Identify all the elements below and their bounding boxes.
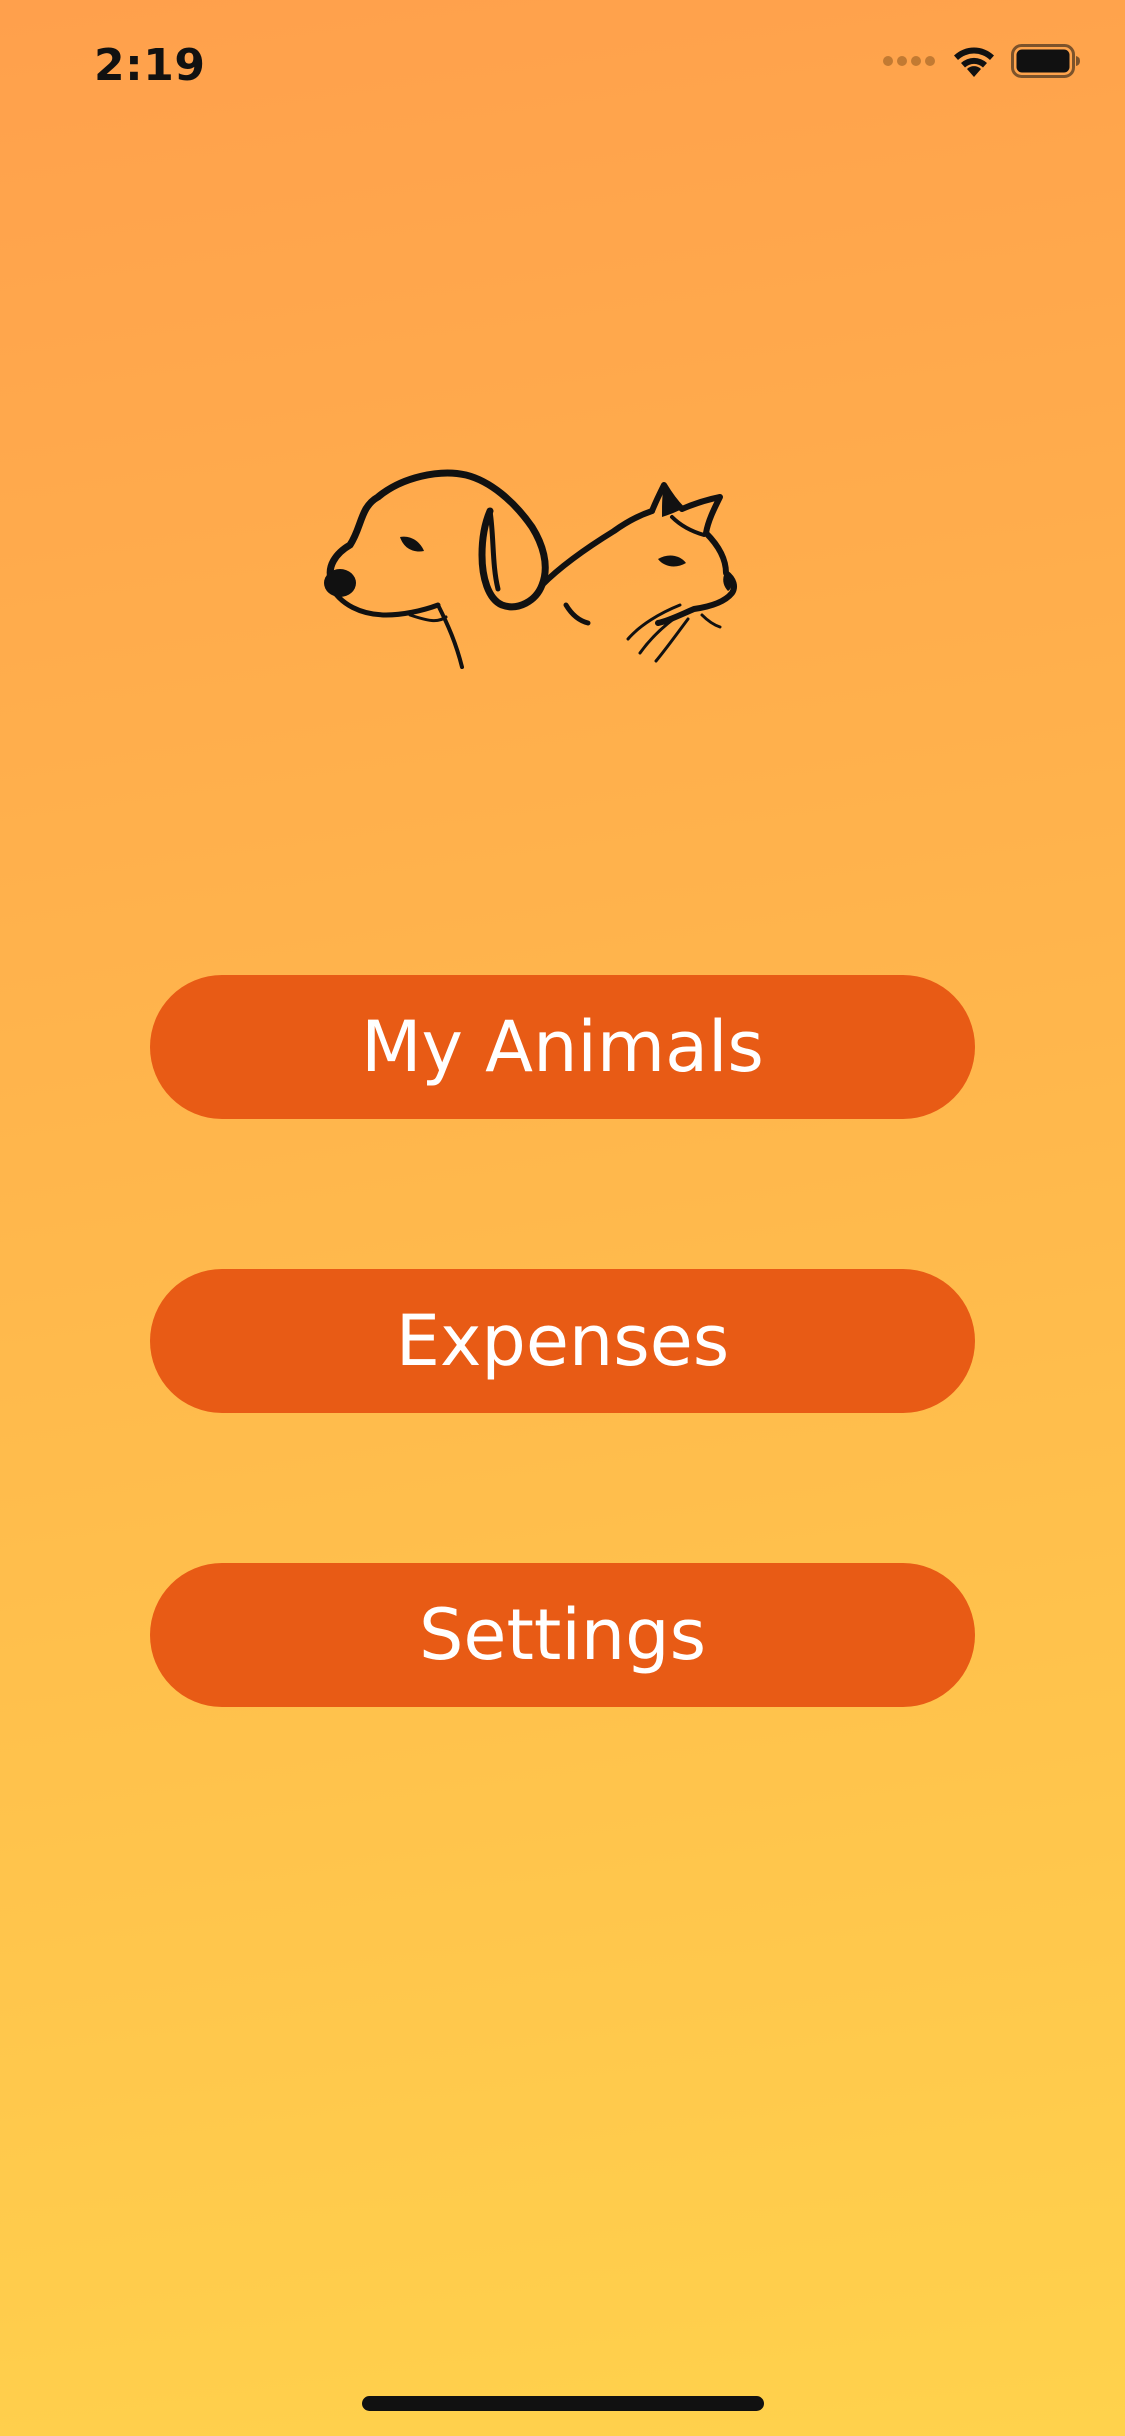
home-indicator[interactable]: [362, 2396, 764, 2411]
settings-button[interactable]: Settings: [150, 1563, 975, 1707]
status-time: 2:19: [94, 40, 206, 91]
wifi-icon: [954, 47, 994, 77]
dog-and-cat-logo: [310, 455, 790, 725]
battery-icon: [1011, 44, 1080, 78]
status-icons: [883, 44, 1081, 78]
my-animals-button[interactable]: My Animals: [150, 975, 975, 1119]
expenses-button[interactable]: Expenses: [150, 1269, 975, 1413]
cellular-signal-icon: [883, 56, 935, 66]
main-menu: My Animals Expenses Settings: [150, 975, 975, 1707]
status-bar: 2:19: [0, 0, 1125, 132]
